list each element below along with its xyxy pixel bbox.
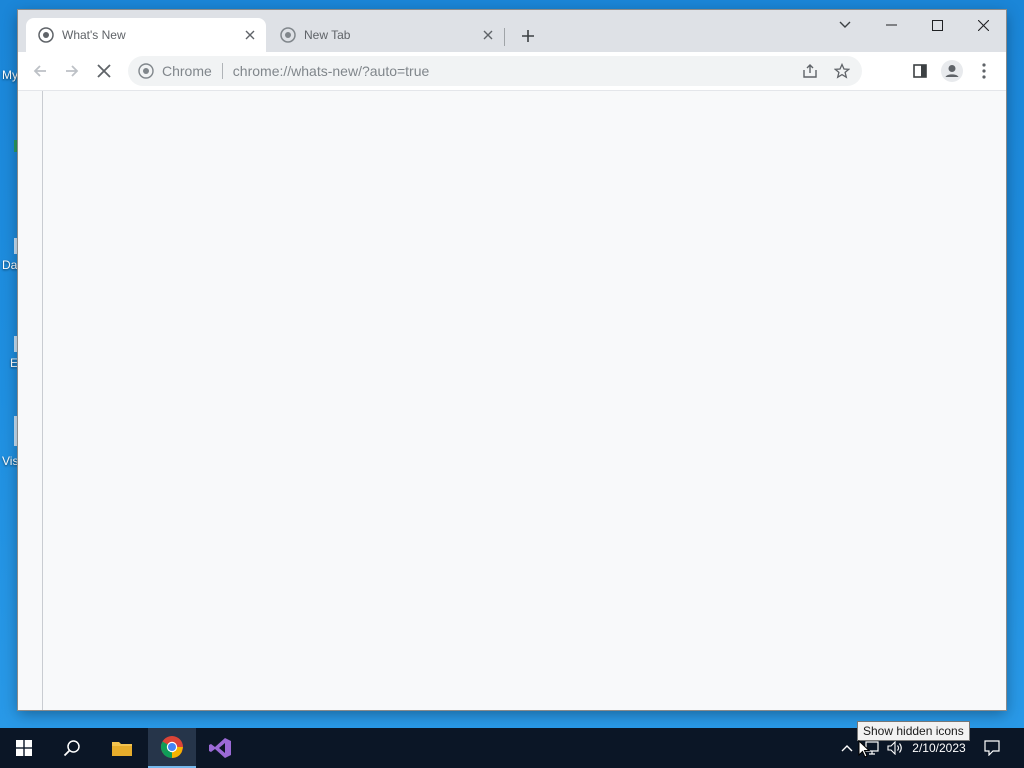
tab-whats-new[interactable]: What's New — [26, 18, 266, 52]
forward-button[interactable] — [60, 59, 84, 83]
share-icon — [803, 64, 817, 78]
tab-close-icon[interactable] — [480, 27, 496, 43]
taskbar-visual-studio[interactable] — [196, 728, 244, 768]
profile-button[interactable] — [940, 59, 964, 83]
stop-x-icon — [97, 64, 111, 78]
desktop-icon-2[interactable] — [0, 120, 20, 180]
maximize-button[interactable] — [914, 10, 960, 40]
tooltip: Show hidden icons — [857, 721, 970, 741]
close-window-button[interactable] — [960, 10, 1006, 40]
clock-date: 2/10/2023 — [912, 740, 966, 755]
start-button[interactable] — [0, 728, 48, 768]
notification-icon — [984, 740, 1000, 756]
tab-new-tab[interactable]: New Tab — [268, 18, 504, 52]
desktop-icon-label: Da — [2, 258, 18, 272]
chevron-down-icon — [839, 21, 851, 28]
browser-toolbar: Chrome chrome://whats-new/?auto=true — [18, 52, 1006, 91]
chevron-up-icon — [841, 745, 853, 752]
close-icon — [977, 19, 989, 31]
desktop-icon-label: My — [2, 68, 18, 82]
folder-icon — [112, 742, 132, 756]
visual-studio-icon — [209, 738, 231, 758]
avatar-icon — [941, 60, 963, 82]
desktop-icon-vis[interactable]: Vis — [0, 416, 20, 476]
kebab-menu-icon — [982, 63, 986, 79]
back-button[interactable] — [28, 59, 52, 83]
side-panel-icon — [913, 64, 927, 78]
omnibox-divider — [221, 63, 223, 79]
tab-title: What's New — [62, 28, 126, 42]
show-hidden-icons-button[interactable] — [836, 728, 858, 768]
desktop-icon-e[interactable]: E — [0, 336, 20, 396]
arrow-right-icon — [66, 65, 79, 77]
search-icon — [63, 740, 80, 757]
desktop-icon-da[interactable]: Da — [0, 238, 20, 298]
tab-close-icon[interactable] — [242, 27, 258, 43]
minimize-icon — [885, 24, 897, 26]
plus-icon — [522, 30, 534, 42]
url-text[interactable]: chrome://whats-new/?auto=true — [233, 63, 430, 79]
chrome-window: What's New New Tab Chrome chrome://whats… — [18, 10, 1006, 710]
desktop-icon-label: E — [10, 356, 19, 370]
mouse-cursor-icon — [858, 740, 870, 758]
windows-start-icon — [16, 740, 32, 756]
action-center-button[interactable] — [980, 728, 1004, 768]
tab-separator — [504, 28, 505, 46]
address-bar[interactable]: Chrome chrome://whats-new/?auto=true — [128, 56, 862, 86]
site-chip: Chrome — [162, 63, 212, 79]
maximize-icon — [931, 19, 943, 31]
desktop-icon-label: Vis — [2, 454, 19, 468]
content-edge — [42, 91, 43, 710]
tab-search-button[interactable] — [822, 10, 868, 40]
taskbar-file-explorer[interactable] — [98, 728, 146, 768]
speaker-icon — [887, 741, 902, 755]
chrome-favicon-icon — [280, 27, 296, 43]
tab-strip: What's New New Tab — [18, 10, 1006, 52]
chrome-favicon-icon — [38, 27, 54, 43]
star-icon — [834, 63, 850, 79]
menu-button[interactable] — [972, 59, 996, 83]
new-tab-button[interactable] — [516, 24, 540, 48]
bookmark-button[interactable] — [830, 59, 854, 83]
share-button[interactable] — [798, 59, 822, 83]
chrome-site-icon — [138, 63, 154, 79]
arrow-left-icon — [33, 65, 46, 77]
taskbar-search-button[interactable] — [48, 728, 96, 768]
stop-loading-button[interactable] — [92, 59, 116, 83]
page-content — [18, 91, 1006, 710]
tab-title: New Tab — [304, 28, 351, 42]
taskbar-chrome[interactable] — [148, 728, 196, 768]
side-panel-button[interactable] — [908, 59, 932, 83]
minimize-button[interactable] — [868, 10, 914, 40]
chrome-icon — [161, 736, 183, 758]
desktop-icon-my[interactable]: My — [0, 48, 20, 108]
